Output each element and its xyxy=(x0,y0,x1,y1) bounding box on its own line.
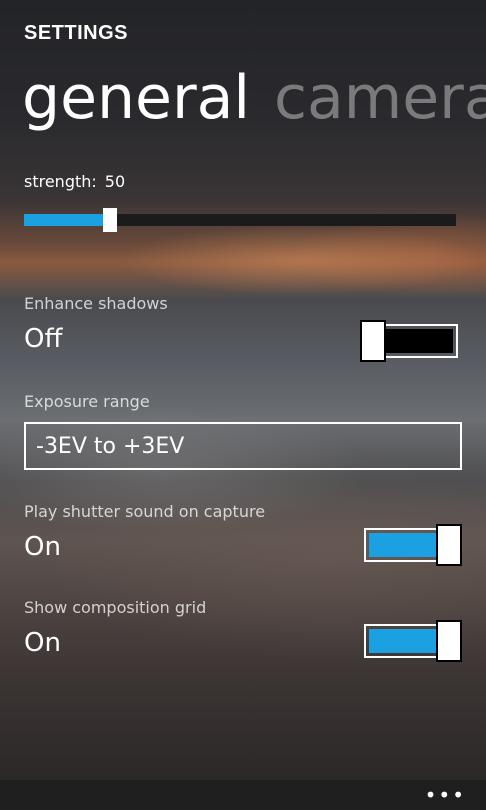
strength-slider-fill xyxy=(24,214,111,226)
toggle-knob[interactable] xyxy=(436,620,462,662)
pivot-item-camera[interactable]: camera xyxy=(274,58,486,138)
strength-slider-thumb[interactable] xyxy=(103,208,118,232)
application-bar: ••• xyxy=(0,780,486,810)
strength-label: strength: 50 xyxy=(24,172,133,191)
enhance-shadows-state: Off xyxy=(24,324,63,354)
enhance-shadows-toggle[interactable] xyxy=(360,320,458,362)
toggle-knob[interactable] xyxy=(360,320,386,362)
app-title: SETTINGS xyxy=(24,22,129,44)
toggle-knob[interactable] xyxy=(436,524,462,566)
shutter-sound-toggle[interactable] xyxy=(364,524,462,566)
strength-slider[interactable] xyxy=(24,208,456,232)
pivot-item-general[interactable]: general xyxy=(22,58,250,138)
enhance-shadows-label: Enhance shadows xyxy=(24,294,168,313)
pivot-header: general camera xyxy=(22,58,486,138)
composition-grid-label: Show composition grid xyxy=(24,598,207,617)
exposure-range-label: Exposure range xyxy=(24,392,150,411)
strength-value: 50 xyxy=(104,172,126,191)
shutter-sound-state: On xyxy=(24,532,61,562)
composition-grid-state: On xyxy=(24,628,61,658)
shutter-sound-label: Play shutter sound on capture xyxy=(24,502,266,521)
exposure-range-picker[interactable]: -3EV to +3EV xyxy=(24,422,462,470)
strength-label-text: strength: xyxy=(24,172,97,191)
ellipsis-icon[interactable]: ••• xyxy=(425,785,466,805)
composition-grid-toggle[interactable] xyxy=(364,620,462,662)
